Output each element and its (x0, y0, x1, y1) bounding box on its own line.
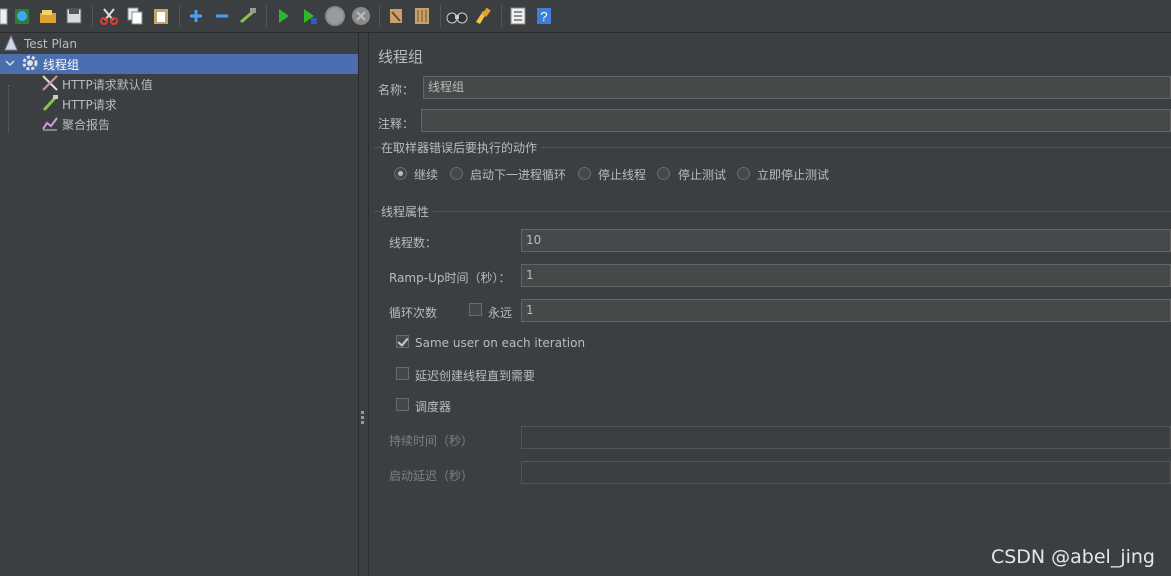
rampup-field[interactable]: 1 (521, 264, 1171, 287)
templates-icon[interactable] (10, 4, 34, 28)
clear-icon[interactable] (384, 4, 408, 28)
open-icon[interactable] (36, 4, 60, 28)
chevron-down-icon[interactable] (4, 57, 16, 72)
comment-field[interactable] (421, 109, 1171, 132)
threads-field[interactable]: 10 (521, 229, 1171, 252)
radio-label: 继续 (414, 168, 439, 182)
threads-label: 线程数： (389, 236, 438, 250)
function-helper-icon[interactable] (506, 4, 530, 28)
cut-icon[interactable] (97, 4, 121, 28)
shutdown-icon[interactable] (349, 4, 373, 28)
start-no-pause-icon[interactable] (297, 4, 321, 28)
radio-stop-test-now[interactable] (737, 167, 750, 180)
new-icon[interactable] (0, 4, 8, 28)
scheduler-checkbox[interactable] (396, 398, 409, 411)
radio-label: 立即停止测试 (757, 168, 830, 182)
test-plan-icon (4, 34, 18, 54)
toggle-icon[interactable] (236, 4, 260, 28)
thread-properties-group-title: 线程属性 (381, 203, 434, 220)
splitter-handle[interactable] (359, 33, 369, 576)
name-field[interactable]: 线程组 (423, 76, 1171, 99)
rampup-label: Ramp-Up时间（秒）： (389, 271, 511, 285)
thread-group-panel: 线程组 名称： 线程组 注释： 在取样器错误后要执行的动作 继续 启动下一进程循… (369, 33, 1171, 576)
help-icon[interactable]: ? (532, 4, 556, 28)
tree-item-label: HTTP请求 (62, 97, 117, 112)
radio-stop-test[interactable] (657, 167, 670, 180)
listener-icon (41, 114, 59, 135)
radio-start-next-loop[interactable] (450, 167, 463, 180)
name-label: 名称： (378, 83, 415, 97)
search-icon[interactable] (445, 4, 469, 28)
copy-icon[interactable] (123, 4, 147, 28)
expand-icon[interactable] (184, 4, 208, 28)
loop-count-label: 循环次数 (389, 306, 438, 320)
sampler-icon (41, 94, 59, 115)
delay-thread-creation-label: 延迟创建线程直到需要 (415, 369, 536, 383)
clear-all-icon[interactable] (410, 4, 434, 28)
watermark: CSDN @abel_jing (990, 546, 1155, 568)
radio-continue[interactable] (394, 167, 407, 180)
startup-delay-field[interactable] (521, 461, 1171, 484)
startup-delay-label: 启动延迟（秒） (389, 469, 474, 483)
paste-icon[interactable] (149, 4, 173, 28)
radio-label: 停止线程 (598, 168, 647, 182)
scheduler-label: 调度器 (415, 400, 452, 414)
tree-item-thread-group[interactable]: 线程组 (0, 54, 358, 74)
tree-item-http-request[interactable]: HTTP请求 (0, 94, 358, 114)
reset-search-icon[interactable] (471, 4, 495, 28)
forever-checkbox[interactable] (469, 303, 482, 316)
config-element-icon (41, 74, 59, 95)
forever-label: 永远 (488, 306, 513, 320)
error-action-group-title: 在取样器错误后要执行的动作 (381, 139, 542, 156)
radio-stop-thread[interactable] (578, 167, 591, 180)
duration-label: 持续时间（秒） (389, 434, 474, 448)
toolbar: ? (0, 0, 1171, 33)
tree-item-label: Test Plan (24, 37, 77, 51)
svg-text:?: ? (540, 9, 547, 24)
tree-item-label: HTTP请求默认值 (62, 77, 153, 92)
page-title: 线程组 (378, 48, 424, 66)
tree-item-label: 线程组 (43, 57, 80, 72)
delay-thread-creation-checkbox[interactable] (396, 367, 409, 380)
stop-icon[interactable] (323, 4, 347, 28)
duration-field[interactable] (521, 426, 1171, 449)
tree-item-label: 聚合报告 (62, 117, 111, 132)
tree-item-http-defaults[interactable]: HTTP请求默认值 (0, 74, 358, 94)
same-user-label: Same user on each iteration (415, 336, 586, 350)
tree-item-aggregate-report[interactable]: 聚合报告 (0, 114, 358, 134)
loop-count-field[interactable]: 1 (521, 299, 1171, 322)
comment-label: 注释： (378, 117, 415, 131)
collapse-icon[interactable] (210, 4, 234, 28)
save-icon[interactable] (62, 4, 86, 28)
test-plan-tree: Test Plan 线程组 HTTP请求默认值 HTTP请求 聚合报告 (0, 33, 359, 576)
radio-label: 启动下一进程循环 (470, 168, 567, 182)
radio-label: 停止测试 (678, 168, 727, 182)
gear-icon (21, 54, 39, 75)
same-user-checkbox[interactable] (396, 335, 409, 348)
tree-item-test-plan[interactable]: Test Plan (0, 34, 358, 54)
start-icon[interactable] (271, 4, 295, 28)
